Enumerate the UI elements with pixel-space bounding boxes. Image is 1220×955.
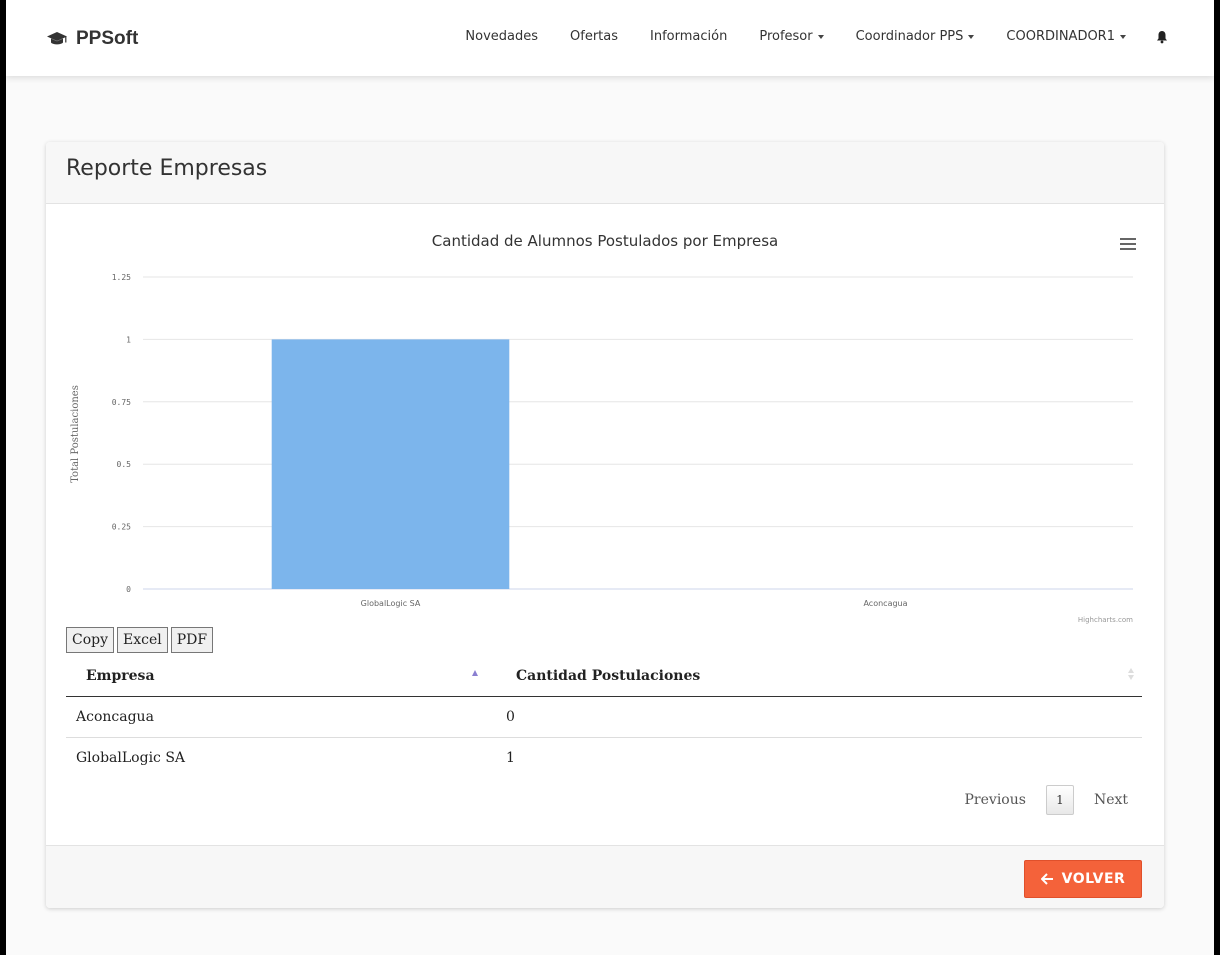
x-tick-label: Aconcagua <box>863 599 907 608</box>
nav-coordinador-label: Coordinador PPS <box>855 29 964 44</box>
nav-profesor-label: Profesor <box>759 29 813 44</box>
sort-ascending-icon <box>472 670 478 676</box>
column-header-cantidad-label: Cantidad Postulaciones <box>516 667 701 684</box>
caret-down-icon <box>968 34 975 39</box>
nav-menu: Novedades Ofertas Información Profesor C… <box>433 29 1168 44</box>
y-tick-label: 1 <box>126 335 131 344</box>
bell-icon[interactable] <box>1156 30 1168 44</box>
nav-novedades[interactable]: Novedades <box>465 29 538 44</box>
bar-chart: Cantidad de Alumnos Postulados por Empre… <box>70 232 1133 624</box>
cell-cantidad: 1 <box>506 749 515 766</box>
column-header-empresa[interactable]: Empresa <box>66 656 496 697</box>
graduation-cap-icon <box>47 32 67 45</box>
cell-cantidad: 0 <box>496 696 1142 738</box>
back-button[interactable]: VOLVER <box>1024 860 1142 898</box>
card-header: Reporte Empresas <box>46 142 1164 204</box>
pagination: Previous 1 Next <box>965 785 1128 815</box>
hamburger-menu-icon[interactable] <box>1120 238 1136 250</box>
table-header-row: Empresa Cantidad Postulaciones <box>66 656 1142 697</box>
chart-container: Cantidad de Alumnos Postulados por Empre… <box>46 204 1164 629</box>
arrow-left-icon <box>1040 873 1053 885</box>
y-tick-label: 0.75 <box>112 398 131 407</box>
companies-table: Empresa Cantidad Postulaciones Aconcagua… <box>66 656 1142 778</box>
nav-user-dropdown[interactable]: COORDINADOR1 <box>1006 29 1126 44</box>
credits-label: Highcharts.com <box>1078 616 1133 624</box>
caret-down-icon <box>817 34 824 39</box>
nav-profesor-dropdown[interactable]: Profesor <box>759 29 824 44</box>
cell-empresa: Aconcagua <box>66 696 496 738</box>
y-tick-label: 0.5 <box>117 460 132 469</box>
brand-link[interactable]: PPSoft <box>46 28 138 50</box>
nav-user-label: COORDINADOR1 <box>1006 29 1115 44</box>
table-row: Aconcagua 0 <box>66 696 1142 738</box>
cell-empresa: GlobalLogic SA <box>76 749 186 766</box>
y-axis-label: Total Postulaciones <box>70 385 81 483</box>
table-row: GlobalLogic SA 1 <box>66 737 1142 778</box>
app-frame: PPSoft Novedades Ofertas Información Pro… <box>6 0 1214 955</box>
column-header-cantidad[interactable]: Cantidad Postulaciones <box>496 656 1142 697</box>
top-navbar: PPSoft Novedades Ofertas Información Pro… <box>6 0 1214 76</box>
card-footer: VOLVER <box>46 845 1164 908</box>
caret-down-icon <box>1120 34 1126 39</box>
pdf-button[interactable]: PDF <box>170 627 214 653</box>
page-title: Reporte Empresas <box>66 156 268 181</box>
y-tick-label: 1.25 <box>112 273 131 282</box>
sort-both-icon <box>1128 668 1134 682</box>
excel-button[interactable]: Excel <box>117 627 168 653</box>
y-tick-label: 0.25 <box>112 523 131 532</box>
nav-informacion[interactable]: Información <box>650 29 727 44</box>
nav-ofertas[interactable]: Ofertas <box>570 29 618 44</box>
copy-button[interactable]: Copy <box>66 627 115 653</box>
brand-name: PPSoft <box>76 28 139 49</box>
nav-coordinador-dropdown[interactable]: Coordinador PPS <box>856 29 975 44</box>
nav-ofertas-label: Ofertas <box>570 29 619 44</box>
column-header-empresa-label: Empresa <box>86 667 155 684</box>
nav-informacion-label: Información <box>650 29 728 44</box>
bar <box>271 339 510 589</box>
previous-page-link[interactable]: Previous <box>965 792 1026 808</box>
export-button-group: Copy Excel PDF <box>66 627 216 653</box>
report-card: Reporte Empresas Cantidad de Alumnos Pos… <box>46 142 1164 908</box>
y-tick-label: 0 <box>126 585 131 594</box>
x-tick-label: GlobalLogic SA <box>361 599 421 608</box>
chart-title: Cantidad de Alumnos Postulados por Empre… <box>432 232 778 250</box>
next-page-link[interactable]: Next <box>1094 792 1128 808</box>
page-number-button[interactable]: 1 <box>1045 785 1074 815</box>
back-button-label: VOLVER <box>1061 871 1126 887</box>
nav-novedades-label: Novedades <box>465 29 539 44</box>
